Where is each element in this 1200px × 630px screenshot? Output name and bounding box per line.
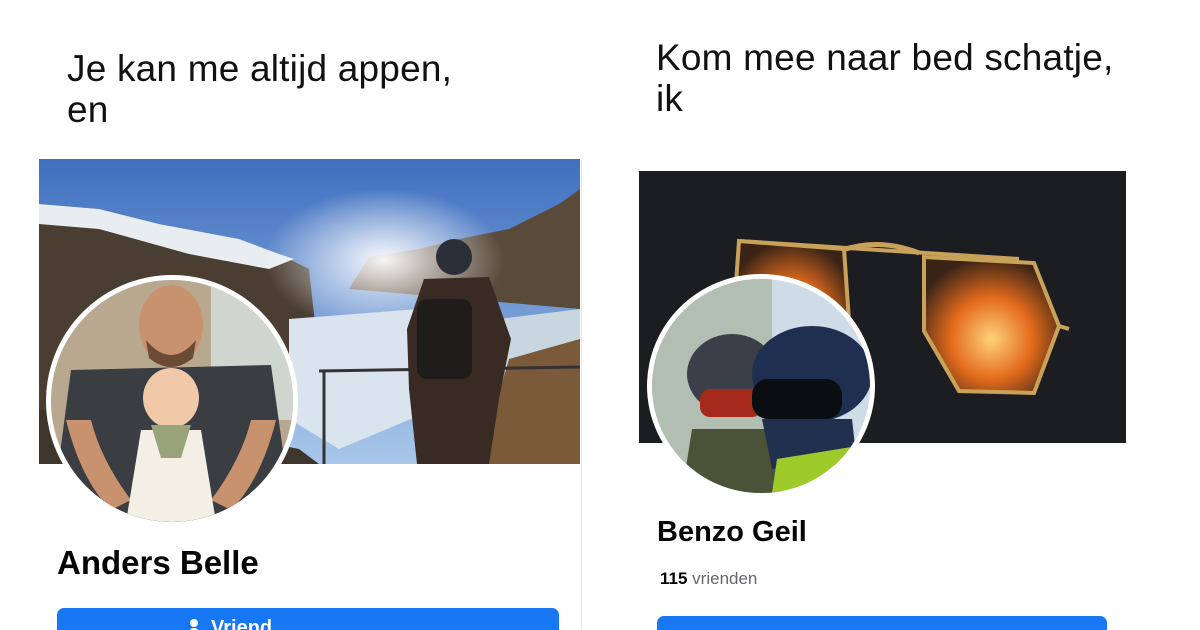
father-and-baby-photo: [51, 280, 293, 522]
friends-count-line[interactable]: 115 vrienden: [660, 569, 757, 589]
meme-caption-right: Kom mee naar bed schatje, ik: [656, 37, 1114, 119]
profile-avatar-right[interactable]: [647, 274, 875, 498]
profile-avatar-left[interactable]: [46, 275, 298, 527]
profile-name-left: Anders Belle: [57, 544, 259, 581]
profile-card-right: Kom mee naar bed schatje, ik Benzo Geil …: [600, 0, 1200, 630]
action-button-right[interactable]: [657, 616, 1107, 630]
friend-button-left[interactable]: Vriend: [57, 608, 559, 630]
skiers-with-helmets-photo: [652, 279, 870, 493]
profile-card-left: Je kan me altijd appen, en Anders Belle …: [0, 0, 600, 630]
friend-button-label: Vriend: [211, 616, 273, 630]
meme-caption-left: Je kan me altijd appen, en: [67, 48, 453, 130]
profile-name-right: Benzo Geil: [657, 516, 807, 548]
person-icon: [187, 618, 201, 630]
friends-count: 115: [660, 569, 688, 588]
panel-divider: [581, 160, 582, 630]
friends-label: vrienden: [692, 569, 758, 588]
